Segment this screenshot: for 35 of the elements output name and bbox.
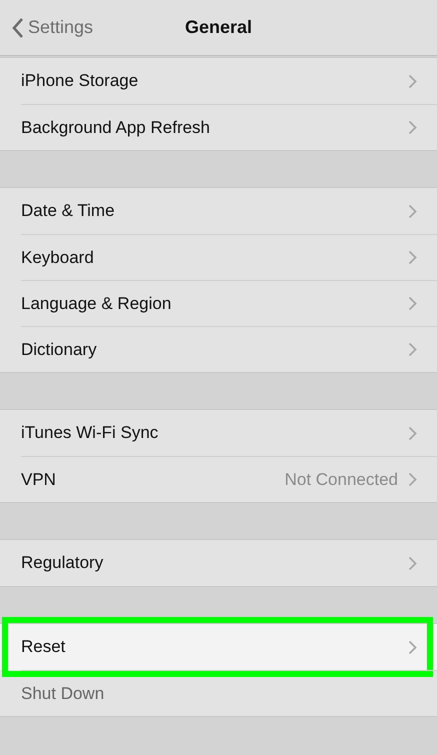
chevron-icon	[408, 426, 417, 440]
row-label: Dictionary	[21, 340, 98, 360]
row-label: Background App Refresh	[21, 118, 212, 138]
row-label: iPhone Storage	[21, 71, 140, 91]
chevron-icon	[408, 342, 417, 357]
settings-row[interactable]: Language & Region	[21, 280, 437, 326]
row-detail: Not Connected	[284, 470, 398, 490]
chevron-icon	[408, 204, 417, 218]
chevron-icon	[408, 640, 417, 654]
settings-row[interactable]: iTunes Wi-Fi Sync	[21, 410, 437, 456]
row-label: Keyboard	[21, 248, 95, 268]
back-chevron-icon	[12, 18, 24, 38]
chevron-icon	[408, 472, 417, 487]
row-label: VPN	[21, 470, 57, 490]
back-button[interactable]: Settings	[0, 16, 100, 39]
page-title: General	[184, 17, 252, 37]
settings-row[interactable]: Background App Refresh	[21, 104, 437, 150]
chevron-icon	[408, 556, 417, 570]
row-label: iTunes Wi-Fi Sync	[21, 423, 160, 443]
row-label: Language & Region	[21, 294, 172, 314]
chevron-icon	[408, 74, 417, 88]
settings-row[interactable]: VPN Not Connected	[21, 456, 437, 502]
settings-row[interactable]: Date & Time	[21, 188, 437, 234]
row-label: Reset	[21, 637, 66, 657]
settings-row[interactable]: iPhone Storage	[21, 58, 437, 104]
row-label: Date & Time	[21, 201, 116, 221]
chevron-icon	[408, 120, 417, 135]
settings-row[interactable]: Regulatory	[21, 540, 437, 586]
chevron-icon	[408, 250, 417, 265]
settings-row[interactable]: Dictionary	[21, 326, 437, 372]
chevron-icon	[408, 296, 417, 311]
row-label: Regulatory	[21, 553, 104, 573]
settings-row[interactable]: Keyboard	[21, 234, 437, 280]
settings-row[interactable]: Shut Down	[21, 670, 437, 716]
row-label: Shut Down	[21, 684, 106, 704]
